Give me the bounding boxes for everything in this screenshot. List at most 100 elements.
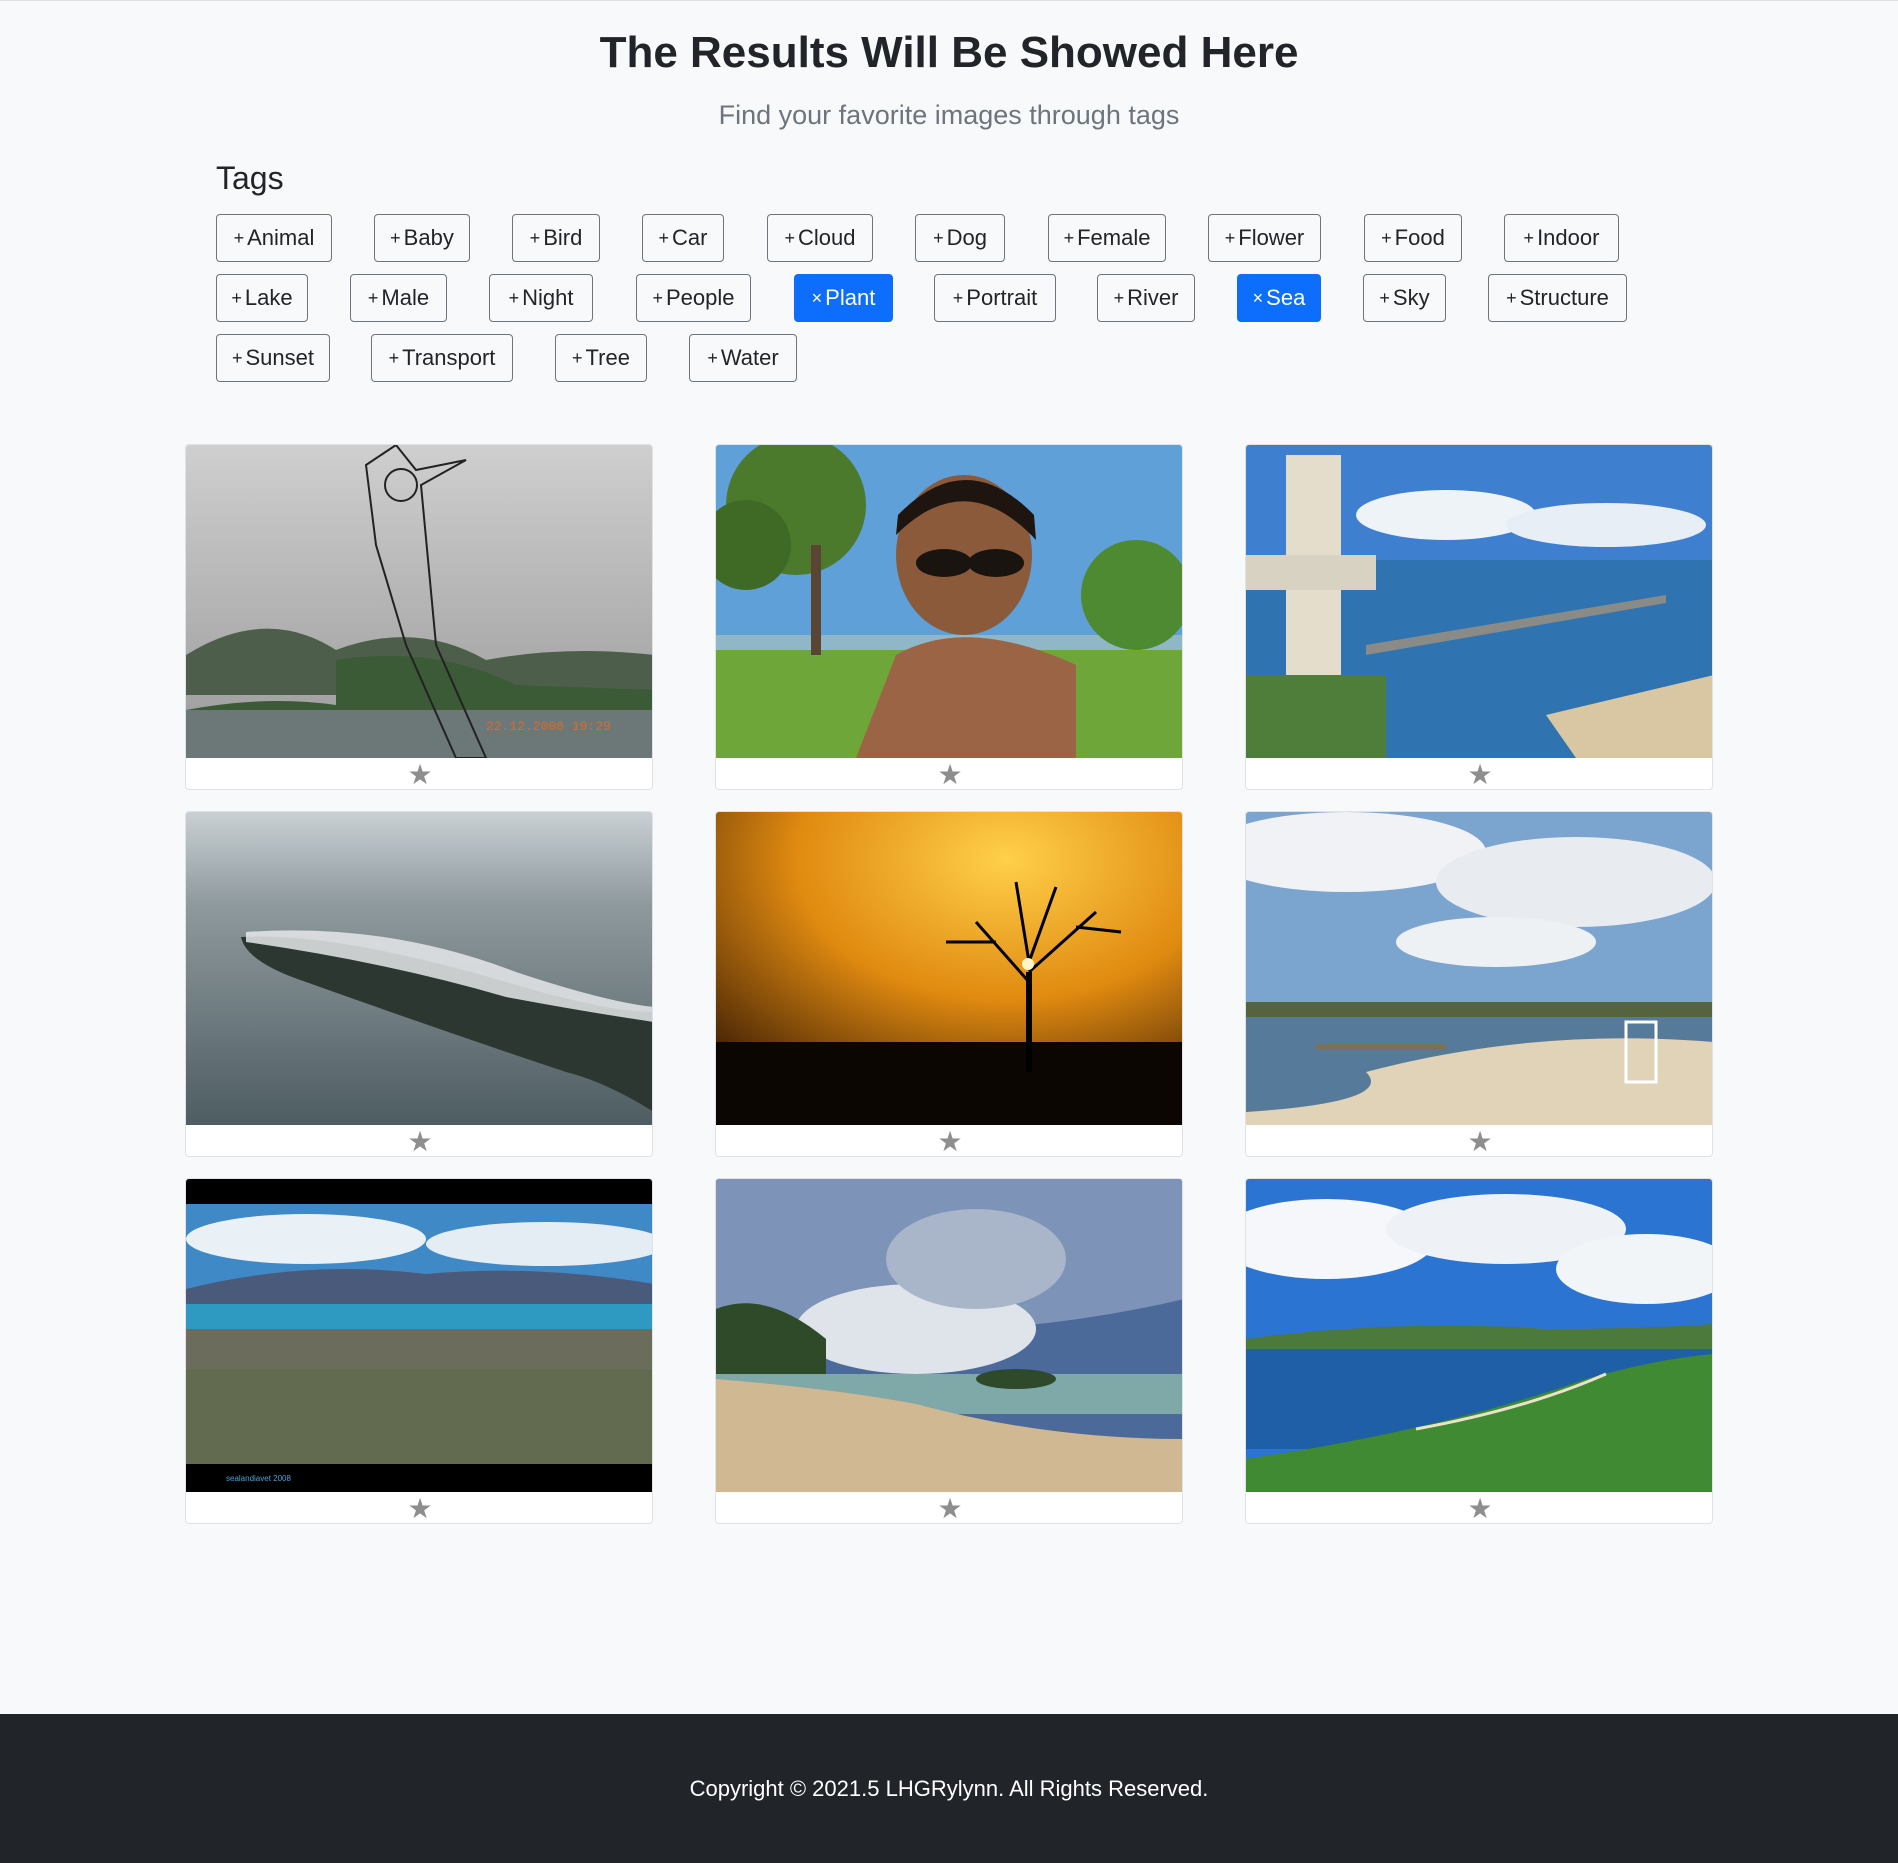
- add-icon: +: [231, 347, 243, 368]
- tag-label: River: [1127, 285, 1179, 310]
- tag-label: Dog: [946, 225, 987, 250]
- tag-label: Animal: [247, 225, 315, 250]
- tag-baby[interactable]: + Baby: [374, 214, 470, 262]
- add-icon: +: [784, 227, 796, 248]
- favorite-star-icon[interactable]: ★: [716, 1492, 1182, 1523]
- image-card: ★: [715, 444, 1183, 790]
- add-icon: +: [1063, 227, 1075, 248]
- image-card: ★: [185, 811, 653, 1157]
- add-icon: +: [652, 287, 663, 308]
- tag-river[interactable]: + River: [1097, 274, 1195, 322]
- copyright-text: Copyright © 2021.5 LHGRylynn. All Rights…: [689, 1775, 1209, 1801]
- image-card: ★: [1245, 811, 1713, 1157]
- favorite-star-icon[interactable]: ★: [186, 758, 652, 789]
- tag-label: Indoor: [1537, 225, 1600, 250]
- favorite-star-icon[interactable]: ★: [716, 758, 1182, 789]
- tag-label: Male: [381, 285, 430, 310]
- tag-male[interactable]: + Male: [350, 274, 447, 322]
- add-icon: +: [388, 347, 400, 368]
- tag-label: Female: [1077, 225, 1151, 250]
- gallery-image[interactable]: [716, 1179, 1182, 1492]
- add-icon: +: [1224, 227, 1236, 248]
- tag-animal[interactable]: + Animal: [216, 214, 332, 262]
- add-icon: +: [1523, 227, 1535, 248]
- tag-tree[interactable]: + Tree: [555, 334, 647, 382]
- add-icon: +: [508, 287, 520, 308]
- add-icon: +: [952, 287, 964, 308]
- tag-plant[interactable]: × Plant: [794, 274, 893, 322]
- gallery-image[interactable]: [186, 812, 652, 1125]
- image-card: ★: [715, 811, 1183, 1157]
- tag-transport[interactable]: + Transport: [371, 334, 513, 382]
- page-header: The Results Will Be Showed Here Find you…: [0, 24, 1898, 132]
- tag-night[interactable]: + Night: [489, 274, 593, 322]
- top-divider: [0, 0, 1898, 1]
- add-icon: +: [707, 347, 718, 368]
- tag-dog[interactable]: + Dog: [915, 214, 1005, 262]
- add-icon: +: [658, 227, 670, 248]
- image-card: sealandiavet 2008 ★: [185, 1178, 653, 1524]
- tag-label: Sky: [1392, 285, 1430, 310]
- tag-label: Sunset: [245, 345, 315, 370]
- image-card: ★: [1245, 1178, 1713, 1524]
- tags-heading: Tags: [216, 160, 284, 196]
- add-icon: +: [933, 227, 944, 248]
- image-card: 22.12.2006 19:29 ★: [185, 444, 653, 790]
- add-icon: +: [1379, 287, 1390, 308]
- tag-label: People: [666, 285, 735, 310]
- tag-sunset[interactable]: + Sunset: [216, 334, 330, 382]
- tag-label: Transport: [402, 345, 496, 370]
- photo-date-stamp: 22.12.2006 19:29: [486, 719, 611, 734]
- tag-label: Structure: [1519, 285, 1609, 310]
- tag-structure[interactable]: + Structure: [1488, 274, 1627, 322]
- tag-label: Cloud: [798, 225, 856, 250]
- tag-indoor[interactable]: + Indoor: [1504, 214, 1619, 262]
- gallery-image[interactable]: [716, 812, 1182, 1125]
- favorite-star-icon[interactable]: ★: [186, 1125, 652, 1156]
- tag-portrait[interactable]: + Portrait: [934, 274, 1056, 322]
- tag-cloud[interactable]: + Cloud: [767, 214, 873, 262]
- add-icon: +: [367, 287, 379, 308]
- image-card: ★: [715, 1178, 1183, 1524]
- gallery-image[interactable]: sealandiavet 2008: [186, 1179, 652, 1492]
- tag-car[interactable]: + Car: [642, 214, 724, 262]
- tag-female[interactable]: + Female: [1048, 214, 1166, 262]
- tag-sky[interactable]: + Sky: [1363, 274, 1446, 322]
- tag-label: Flower: [1238, 225, 1305, 250]
- favorite-star-icon[interactable]: ★: [186, 1492, 652, 1523]
- add-icon: +: [231, 287, 242, 308]
- favorite-star-icon[interactable]: ★: [1246, 1125, 1712, 1156]
- add-icon: +: [1381, 227, 1392, 248]
- add-icon: +: [572, 347, 583, 368]
- photo-caption: sealandiavet 2008: [226, 1474, 291, 1483]
- tag-lake[interactable]: + Lake: [216, 274, 308, 322]
- favorite-star-icon[interactable]: ★: [716, 1125, 1182, 1156]
- gallery-image[interactable]: 22.12.2006 19:29: [186, 445, 652, 758]
- tag-label: Food: [1394, 225, 1445, 250]
- tag-label: Tree: [585, 345, 630, 370]
- favorite-star-icon[interactable]: ★: [1246, 758, 1712, 789]
- gallery-image[interactable]: [1246, 1179, 1712, 1492]
- tag-label: Plant: [825, 285, 876, 310]
- tag-label: Baby: [403, 225, 454, 250]
- close-icon: ×: [1252, 287, 1264, 308]
- gallery-image[interactable]: [716, 445, 1182, 758]
- page-title: The Results Will Be Showed Here: [599, 28, 1299, 77]
- image-card: ★: [1245, 444, 1713, 790]
- tag-food[interactable]: + Food: [1364, 214, 1462, 262]
- tag-label: Lake: [244, 285, 293, 310]
- tag-sea[interactable]: × Sea: [1237, 274, 1321, 322]
- tag-people[interactable]: + People: [636, 274, 751, 322]
- gallery-image[interactable]: [1246, 445, 1712, 758]
- add-icon: +: [1506, 287, 1517, 308]
- add-icon: +: [1113, 287, 1125, 308]
- gallery-image[interactable]: [1246, 812, 1712, 1125]
- favorite-star-icon[interactable]: ★: [1246, 1492, 1712, 1523]
- tag-label: Portrait: [966, 285, 1038, 310]
- page-footer: Copyright © 2021.5 LHGRylynn. All Rights…: [0, 1714, 1898, 1863]
- tag-flower[interactable]: + Flower: [1208, 214, 1321, 262]
- tag-bird[interactable]: + Bird: [512, 214, 600, 262]
- add-icon: +: [390, 227, 401, 248]
- add-icon: +: [233, 227, 245, 248]
- tag-water[interactable]: + Water: [689, 334, 797, 382]
